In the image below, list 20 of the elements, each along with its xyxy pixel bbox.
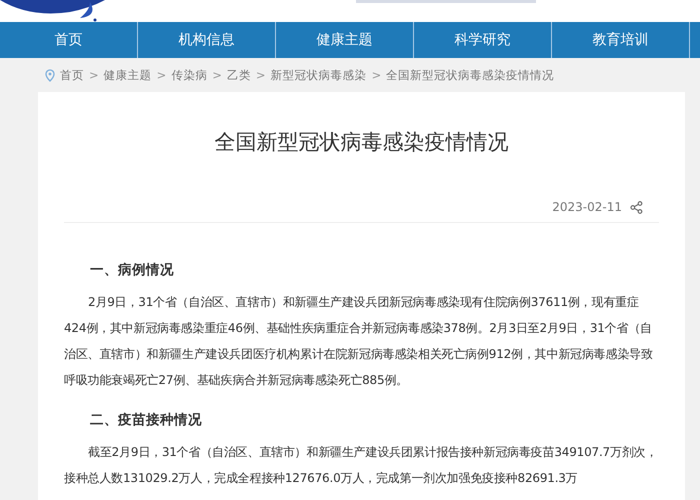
share-icon[interactable]	[630, 200, 643, 214]
breadcrumb-link[interactable]: 新型冠状病毒感染	[270, 68, 367, 82]
section-heading: 一、病例情况	[90, 261, 175, 279]
paragraph: 截至2月9日，31个省（自治区、直辖市）和新疆生产建设兵团累计报告接种新冠病毒疫苗349107.7万剂次，接种总人数131029.2万人，完成全程接种127676.0万人，完成第一剂次加强免疫接种82691.3万	[64, 444, 658, 487]
logo-icon	[0, 0, 107, 22]
breadcrumb-link[interactable]: 健康主题	[104, 68, 152, 82]
breadcrumb-link[interactable]: 传染病	[171, 68, 208, 82]
breadcrumb-separator: >	[156, 68, 166, 82]
breadcrumb-link[interactable]: 乙类	[226, 68, 251, 82]
location-pin-icon	[45, 68, 55, 82]
paragraph: 2月9日，31个省（自治区、直辖市）和新疆生产建设兵团新冠病毒感染现有住院病例37611例，现有重症424例，其中新冠病毒感染重症46例、基础性疾病重症合并新冠病毒感染378例。2月3日至2月9日，31个省（自治区、直辖市）和新疆生产建设兵团医疗机构累计在院新冠病毒感染相关死亡病例912例，其中新冠病毒感染导致呼吸功能衰竭死亡27例、基础疾病合并新冠病毒感染死亡885例。	[64, 294, 654, 389]
section-heading: 二、疫苗接种情况	[90, 411, 203, 429]
breadcrumb-separator: >	[212, 68, 222, 82]
article-title: 全国新型冠状病毒感染疫情情况	[214, 129, 510, 156]
breadcrumb-separator: >	[256, 68, 266, 82]
breadcrumb-separator: >	[372, 68, 382, 82]
breadcrumb-link[interactable]: 首页	[60, 68, 84, 82]
publish-date: 2023-02-11	[552, 200, 622, 214]
breadcrumb-link[interactable]: 全国新型冠状病毒感染疫情情况	[386, 68, 554, 82]
breadcrumb-separator: >	[89, 68, 99, 82]
